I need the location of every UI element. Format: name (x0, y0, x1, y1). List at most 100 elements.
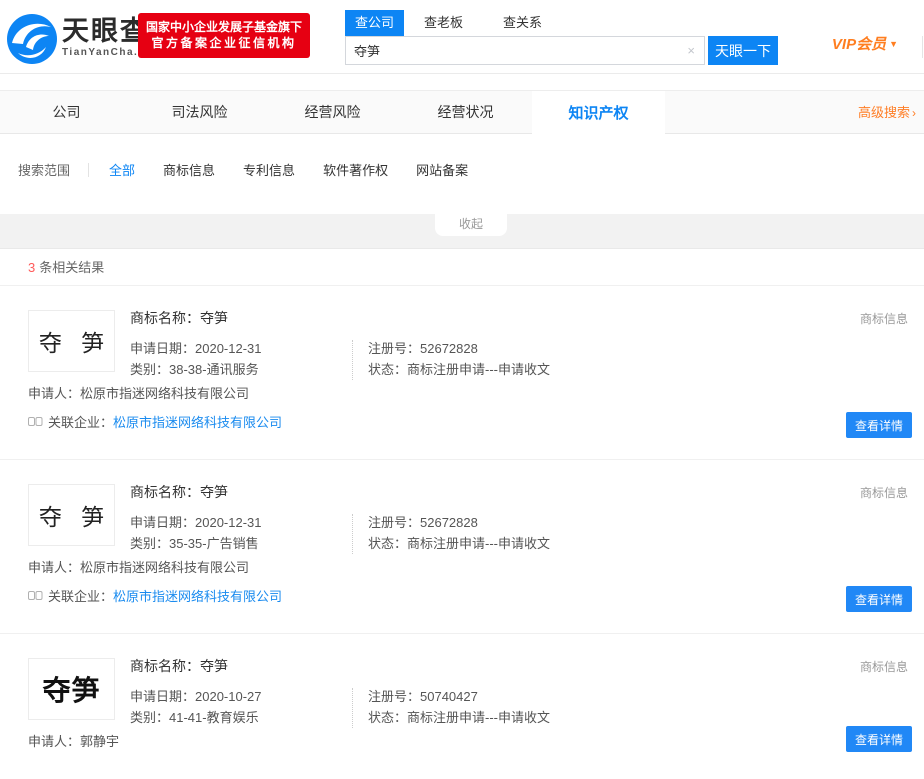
category-label: 类别： (130, 536, 169, 551)
view-details-button[interactable]: 查看详情 (846, 586, 912, 612)
category-value: 38-38-通讯服务 (169, 362, 259, 377)
view-details-button[interactable]: 查看详情 (846, 726, 912, 752)
search-button[interactable]: 天眼一下 (708, 36, 778, 65)
applicant-label: 申请人： (28, 386, 80, 401)
search-tab-relation[interactable]: 查关系 (493, 10, 552, 36)
applicant-value: 松原市指迷网络科技有限公司 (80, 386, 249, 401)
related-company-row: 关联企业： 松原市指迷网络科技有限公司 (28, 586, 282, 605)
trademark-left-fields: 申请日期：2020-12-31 类别：35-35-广告销售 (130, 512, 262, 554)
category-row: 类别：35-35-广告销售 (130, 533, 262, 554)
reg-no-row: 注册号：50740427 (368, 686, 550, 707)
filter-option-all[interactable]: 全部 (109, 160, 135, 179)
reg-no-row: 注册号：52672828 (368, 338, 550, 359)
search-tab-boss[interactable]: 查老板 (414, 10, 473, 36)
category-row: 类别：38-38-通讯服务 (130, 359, 262, 380)
column-divider (352, 688, 353, 728)
advanced-search-label: 高级搜索 (858, 105, 910, 120)
results-panel: 3条相关结果 商标信息 夺 笋 商标名称：夺笋 申请日期：2020-12-31 … (0, 248, 924, 779)
filter-row: 搜索范围 全部 商标信息 专利信息 软件著作权 网站备案 (18, 160, 496, 179)
category-label: 类别： (130, 362, 169, 377)
related-company-link[interactable]: 松原市指迷网络科技有限公司 (113, 412, 282, 431)
reg-no-value: 52672828 (420, 515, 478, 530)
trademark-name-value: 夺笋 (200, 484, 228, 500)
apply-date-row: 申请日期：2020-12-31 (130, 338, 262, 359)
apply-date-label: 申请日期： (130, 515, 195, 530)
tab-intellectual-property[interactable]: 知识产权 (532, 91, 665, 147)
trademark-image[interactable]: 夺笋 (28, 658, 115, 720)
clear-search-icon[interactable]: × (687, 43, 695, 58)
search-input-wrap: × (345, 36, 705, 65)
company-icon (28, 415, 43, 428)
company-icon (28, 589, 43, 602)
trademark-name: 商标名称：夺笋 (130, 308, 228, 328)
filter-option-software-copyright[interactable]: 软件著作权 (323, 160, 388, 179)
trademark-name: 商标名称：夺笋 (130, 656, 228, 676)
reg-no-label: 注册号： (368, 689, 420, 704)
category-value: 41-41-教育娱乐 (169, 710, 259, 725)
header-divider (922, 36, 923, 58)
trademark-right-fields: 注册号：52672828 状态：商标注册申请---申请收文 (368, 512, 550, 554)
filter-option-patent[interactable]: 专利信息 (243, 160, 295, 179)
category-value: 35-35-广告销售 (169, 536, 259, 551)
trademark-name-value: 夺笋 (200, 310, 228, 326)
apply-date-value: 2020-10-27 (195, 689, 262, 704)
trademark-name-label: 商标名称： (130, 310, 200, 326)
trademark-image[interactable]: 夺 笋 (28, 484, 115, 546)
applicant-row: 申请人：松原市指迷网络科技有限公司 (28, 383, 249, 402)
status-label: 状态： (368, 536, 407, 551)
filter-option-website-record[interactable]: 网站备案 (416, 160, 468, 179)
reg-no-label: 注册号： (368, 515, 420, 530)
results-count-number: 3 (28, 260, 35, 275)
trademark-name-label: 商标名称： (130, 658, 200, 674)
related-company-label: 关联企业： (48, 586, 113, 605)
trademark-name-label: 商标名称： (130, 484, 200, 500)
trademark-name: 商标名称：夺笋 (130, 482, 228, 502)
view-details-button[interactable]: 查看详情 (846, 412, 912, 438)
apply-date-label: 申请日期： (130, 341, 195, 356)
applicant-row: 申请人：郭静宇 (28, 731, 119, 750)
vip-member-menu[interactable]: VIP会员▼ (832, 33, 898, 54)
advanced-search-link[interactable]: 高级搜索› (858, 91, 916, 135)
trademark-result-card: 商标信息 夺 笋 商标名称：夺笋 申请日期：2020-12-31 类别：35-3… (0, 460, 924, 634)
status-row: 状态：商标注册申请---申请收文 (368, 707, 550, 728)
search-input[interactable] (346, 37, 704, 64)
status-value: 商标注册申请---申请收文 (407, 710, 550, 725)
apply-date-value: 2020-12-31 (195, 515, 262, 530)
filter-scope-label: 搜索范围 (18, 160, 70, 179)
applicant-row: 申请人：松原市指迷网络科技有限公司 (28, 557, 249, 576)
filter-option-trademark[interactable]: 商标信息 (163, 160, 215, 179)
applicant-value: 松原市指迷网络科技有限公司 (80, 560, 249, 575)
trademark-image[interactable]: 夺 笋 (28, 310, 115, 372)
search-tabs: 查公司 查老板 查关系 (345, 10, 779, 36)
trademark-result-card: 商标信息 夺 笋 商标名称：夺笋 申请日期：2020-12-31 类别：38-3… (0, 286, 924, 460)
tianyancha-logo-icon[interactable] (6, 13, 58, 65)
apply-date-label: 申请日期： (130, 689, 195, 704)
badge-line1: 国家中小企业发展子基金旗下 (138, 19, 310, 35)
trademark-result-card: 商标信息 夺笋 商标名称：夺笋 申请日期：2020-10-27 类别：41-41… (0, 634, 924, 779)
apply-date-row: 申请日期：2020-12-31 (130, 512, 262, 533)
related-company-row: 关联企业： 松原市指迷网络科技有限公司 (28, 412, 282, 431)
related-company-label: 关联企业： (48, 412, 113, 431)
badge-line2: 官方备案企业征信机构 (138, 35, 310, 51)
applicant-label: 申请人： (28, 734, 80, 749)
category-nav: 公司 司法风险 经营风险 经营状况 知识产权 高级搜索› (0, 90, 924, 134)
reg-no-value: 50740427 (420, 689, 478, 704)
trademark-left-fields: 申请日期：2020-12-31 类别：38-38-通讯服务 (130, 338, 262, 380)
chevron-right-icon: › (912, 106, 916, 120)
collapse-button[interactable]: 收起 (435, 214, 507, 236)
filter-panel: 搜索范围 全部 商标信息 专利信息 软件著作权 网站备案 (0, 134, 924, 214)
trademark-left-fields: 申请日期：2020-10-27 类别：41-41-教育娱乐 (130, 686, 262, 728)
category-label: 类别： (130, 710, 169, 725)
reg-no-value: 52672828 (420, 341, 478, 356)
status-label: 状态： (368, 710, 407, 725)
trademark-right-fields: 注册号：52672828 状态：商标注册申请---申请收文 (368, 338, 550, 380)
status-row: 状态：商标注册申请---申请收文 (368, 359, 550, 380)
trademark-name-value: 夺笋 (200, 658, 228, 674)
reg-no-label: 注册号： (368, 341, 420, 356)
search-tab-company[interactable]: 查公司 (345, 10, 404, 36)
related-company-link[interactable]: 松原市指迷网络科技有限公司 (113, 586, 282, 605)
status-label: 状态： (368, 362, 407, 377)
search-box-row: × 天眼一下 (345, 36, 779, 65)
status-value: 商标注册申请---申请收文 (407, 362, 550, 377)
column-divider (352, 340, 353, 380)
